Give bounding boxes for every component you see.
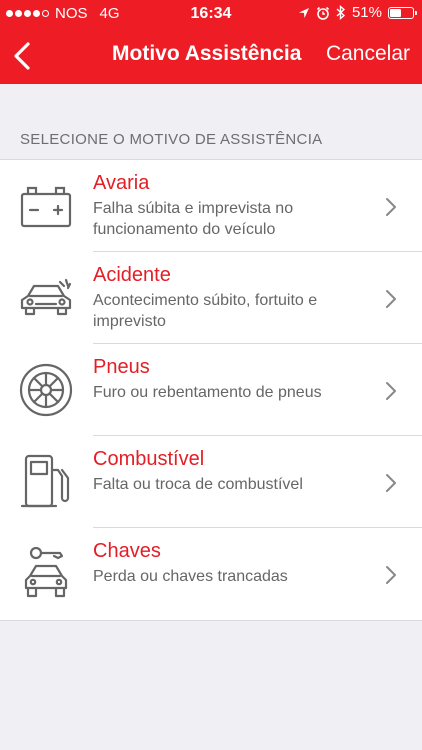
reason-avaria[interactable]: Avaria Falha súbita e imprevista no func… (0, 160, 422, 252)
reason-acidente[interactable]: Acidente Acontecimento súbito, fortuito … (0, 252, 422, 344)
page-title: Motivo Assistência (112, 42, 302, 65)
battery-icon (388, 6, 417, 19)
reason-chaves[interactable]: Chaves Perda ou chaves trancadas (0, 528, 422, 620)
alarm-icon (316, 6, 330, 20)
reason-title: Chaves (93, 540, 161, 562)
reason-combustivel[interactable]: Combustível Falta ou troca de combustíve… (0, 436, 422, 528)
reason-description: Perda ou chaves trancadas (93, 568, 288, 585)
location-arrow-icon (298, 7, 309, 18)
chevron-right-icon (386, 198, 396, 216)
reason-description: Falta ou troca de combustível (93, 476, 303, 493)
fuel-pump-icon (20, 454, 70, 508)
reason-description: Acontecimento súbito, fortuito e imprevi… (93, 292, 318, 330)
reason-pneus[interactable]: Pneus Furo ou rebentamento de pneus (0, 344, 422, 436)
reason-title: Acidente (93, 264, 171, 286)
reason-list: Avaria Falha súbita e imprevista no func… (0, 159, 422, 621)
back-chevron-icon[interactable] (8, 38, 38, 74)
battery-icon (20, 186, 72, 228)
cancel-button[interactable]: Cancelar (326, 42, 410, 66)
reason-title: Avaria (93, 172, 150, 194)
reason-description: Falha súbita e imprevista no funcionamen… (93, 200, 294, 238)
status-bar: NOS 4G 16:34 51% (0, 0, 422, 30)
navigation-bar: Motivo Assistência Cancelar (0, 30, 422, 84)
section-header: SELECIONE O MOTIVO DE ASSISTÊNCIA (20, 131, 323, 148)
chevron-right-icon (386, 382, 396, 400)
tire-icon (19, 363, 73, 417)
reason-title: Combustível (93, 448, 205, 470)
reason-description: Furo ou rebentamento de pneus (93, 384, 322, 401)
car-crash-icon (20, 278, 72, 316)
chevron-right-icon (386, 290, 396, 308)
chevron-right-icon (386, 566, 396, 584)
reason-title: Pneus (93, 356, 150, 378)
bluetooth-icon (336, 5, 346, 20)
chevron-right-icon (386, 474, 396, 492)
battery-percent: 51% (351, 4, 382, 21)
header-bar: NOS 4G 16:34 51% Motivo Assistência Canc… (0, 0, 422, 84)
car-key-icon (24, 546, 68, 598)
